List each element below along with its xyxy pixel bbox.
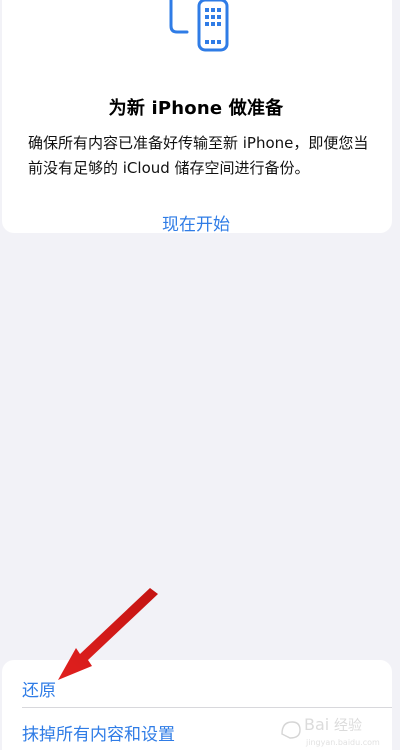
erase-all-button[interactable]: 抹掉所有内容和设置 [22,720,175,745]
settings-page: 为新 iPhone 做准备 确保所有内容已准备好传输至新 iPhone，即便您当… [0,0,400,750]
divider [22,707,392,708]
restore-button[interactable]: 还原 [22,676,56,701]
prepare-title: 为新 iPhone 做准备 [108,98,284,119]
phone-transfer-icon [169,0,229,52]
start-now-button[interactable]: 现在开始 [0,210,392,235]
prepare-description: 确保所有内容已准备好传输至新 iPhone，即便您当前没有足够的 iCloud … [28,134,369,177]
